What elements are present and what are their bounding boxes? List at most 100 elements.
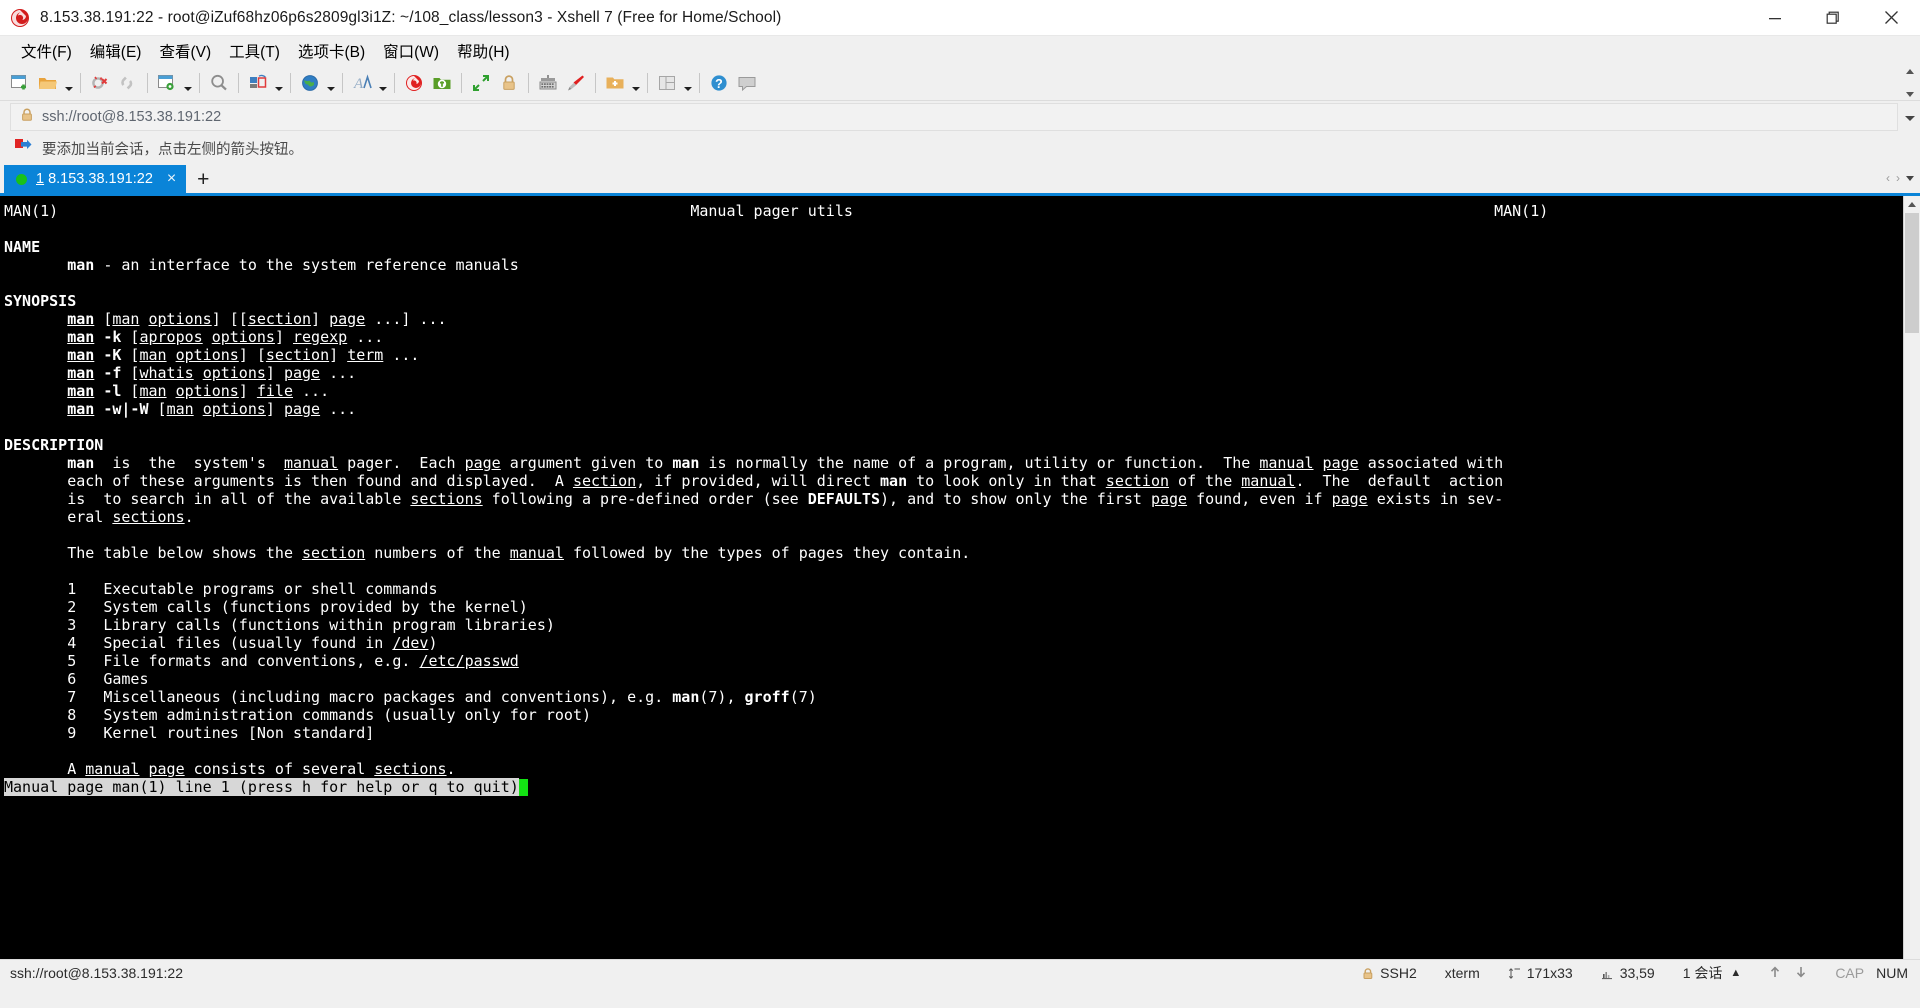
- terminal-cursor: [518, 779, 528, 796]
- toolbar-separator: [595, 72, 596, 93]
- connection-status-dot-icon: [16, 173, 27, 185]
- feedback-icon[interactable]: [733, 69, 761, 97]
- status-sessions-caret-icon[interactable]: ▲: [1730, 967, 1741, 979]
- address-bar-value: ssh://root@8.153.38.191:22: [42, 109, 222, 125]
- terminal-scrollbar[interactable]: [1903, 196, 1920, 959]
- close-button[interactable]: [1862, 0, 1920, 36]
- open-folder-icon[interactable]: [34, 69, 62, 97]
- tab-bar-controls: ‹ ›: [1886, 163, 1920, 193]
- status-caps-lock: CAP: [1835, 965, 1865, 981]
- toolbar-separator: [290, 72, 291, 93]
- toolbar-separator: [461, 72, 462, 93]
- new-tab-button[interactable]: +: [190, 166, 216, 192]
- open-folder-dropdown-icon[interactable]: [62, 69, 75, 97]
- toolbar-separator: [394, 72, 395, 93]
- chevron-down-icon[interactable]: [1905, 104, 1915, 132]
- session-properties-dropdown-icon[interactable]: [181, 69, 194, 97]
- toolbar-separator: [80, 72, 81, 93]
- terminal-screen[interactable]: MAN(1) Manual pager utils MAN(1) NAME ma…: [0, 196, 1920, 959]
- status-size-label: 171x33: [1526, 965, 1573, 981]
- menu-file[interactable]: 文件(F): [12, 37, 81, 65]
- toolbar-separator: [528, 72, 529, 93]
- add-folder-icon[interactable]: [601, 69, 629, 97]
- xshell-icon[interactable]: [400, 69, 428, 97]
- scroll-down-icon[interactable]: [1906, 92, 1914, 97]
- reconnect-icon[interactable]: [114, 69, 142, 97]
- status-size: 171x33: [1494, 965, 1587, 981]
- menu-edit[interactable]: 编辑(E): [81, 37, 151, 65]
- fullscreen-icon[interactable]: [467, 69, 495, 97]
- lock-icon: [1362, 967, 1374, 980]
- tab-bar: 1 8.153.38.191:22 × + ‹ ›: [0, 163, 1920, 193]
- menu-bar: 文件(F) 编辑(E) 查看(V) 工具(T) 选项卡(B) 窗口(W) 帮助(…: [0, 36, 1920, 65]
- scroll-up-icon[interactable]: [1906, 69, 1914, 74]
- layout-dropdown-icon[interactable]: [272, 69, 285, 97]
- menu-tools[interactable]: 工具(T): [220, 37, 289, 65]
- status-cursor-label: 33,59: [1619, 965, 1655, 981]
- status-connection: ssh://root@8.153.38.191:22: [10, 965, 183, 981]
- menu-view[interactable]: 查看(V): [150, 37, 220, 65]
- status-transfer: [1755, 965, 1821, 982]
- tab-list-dropdown-icon[interactable]: [1906, 175, 1914, 181]
- tab-scroll-left-icon[interactable]: ‹: [1886, 171, 1890, 185]
- window-controls: [1746, 0, 1920, 36]
- font-dropdown-icon[interactable]: [376, 69, 389, 97]
- toolbar-separator: [147, 72, 148, 93]
- toolbar-separator: [699, 72, 700, 93]
- menu-help[interactable]: 帮助(H): [448, 37, 519, 65]
- svg-text:A: A: [353, 76, 364, 92]
- toolbar-separator: [199, 72, 200, 93]
- lock-icon: [20, 107, 34, 127]
- resize-icon: [1508, 967, 1521, 980]
- tab-close-icon[interactable]: ×: [167, 171, 176, 187]
- status-sessions-label: 1 会话: [1682, 965, 1723, 981]
- status-cursor-position: 33,59: [1587, 965, 1669, 981]
- keyboard-icon[interactable]: [534, 69, 562, 97]
- terminal-container: MAN(1) Manual pager utils MAN(1) NAME ma…: [0, 193, 1920, 959]
- address-bar[interactable]: ssh://root@8.153.38.191:22: [10, 103, 1898, 131]
- status-terminal-type: xterm: [1444, 965, 1480, 981]
- svg-text:?: ?: [715, 77, 723, 91]
- notice-bar: 要添加当前会话，点击左侧的箭头按钮。: [0, 133, 1920, 163]
- status-num-lock: NUM: [1876, 965, 1908, 981]
- help-icon[interactable]: ?: [705, 69, 733, 97]
- notice-text: 要添加当前会话，点击左侧的箭头按钮。: [42, 141, 303, 158]
- menu-window[interactable]: 窗口(W): [374, 37, 448, 65]
- toolbar-overflow-scroller[interactable]: [1904, 65, 1916, 101]
- status-bar: ssh://root@8.153.38.191:22 SSH2 xterm 17…: [0, 959, 1920, 986]
- window-title: 8.153.38.191:22 - root@iZuf68hz06p6s2809…: [40, 8, 782, 26]
- font-icon[interactable]: A: [348, 69, 376, 97]
- title-bar: 8.153.38.191:22 - root@iZuf68hz06p6s2809…: [0, 0, 1920, 36]
- globe-dropdown-icon[interactable]: [324, 69, 337, 97]
- tab-scroll-right-icon[interactable]: ›: [1896, 171, 1900, 185]
- session-properties-icon[interactable]: [153, 69, 181, 97]
- tab-number: 1: [36, 171, 45, 187]
- panes-icon[interactable]: [653, 69, 681, 97]
- tab-label: 8.153.38.191:22: [48, 171, 153, 187]
- scrollbar-thumb[interactable]: [1905, 213, 1919, 333]
- disconnect-icon[interactable]: [86, 69, 114, 97]
- maximize-restore-button[interactable]: [1804, 0, 1862, 36]
- status-protocol-label: SSH2: [1380, 965, 1417, 981]
- layout-icon[interactable]: [244, 69, 272, 97]
- highlight-icon[interactable]: [562, 69, 590, 97]
- toolbar-separator: [342, 72, 343, 93]
- xshell-logo-icon: [9, 7, 31, 29]
- panes-dropdown-icon[interactable]: [681, 69, 694, 97]
- globe-icon[interactable]: [296, 69, 324, 97]
- find-icon[interactable]: [205, 69, 233, 97]
- tab-session-1[interactable]: 1 8.153.38.191:22 ×: [4, 165, 187, 193]
- minimize-button[interactable]: [1746, 0, 1804, 36]
- toolbar: A ?: [0, 65, 1920, 101]
- arrow-up-icon: [1769, 965, 1781, 982]
- toolbar-separator: [238, 72, 239, 93]
- toolbar-separator: [647, 72, 648, 93]
- new-session-icon[interactable]: [6, 69, 34, 97]
- status-sessions[interactable]: 1 会话 ▲: [1669, 963, 1756, 983]
- arrow-down-icon: [1795, 965, 1807, 982]
- xftp-icon[interactable]: [428, 69, 456, 97]
- add-folder-dropdown-icon[interactable]: [629, 69, 642, 97]
- lock-icon[interactable]: [495, 69, 523, 97]
- menu-tabs[interactable]: 选项卡(B): [289, 37, 374, 65]
- scrollbar-up-icon[interactable]: [1904, 196, 1920, 213]
